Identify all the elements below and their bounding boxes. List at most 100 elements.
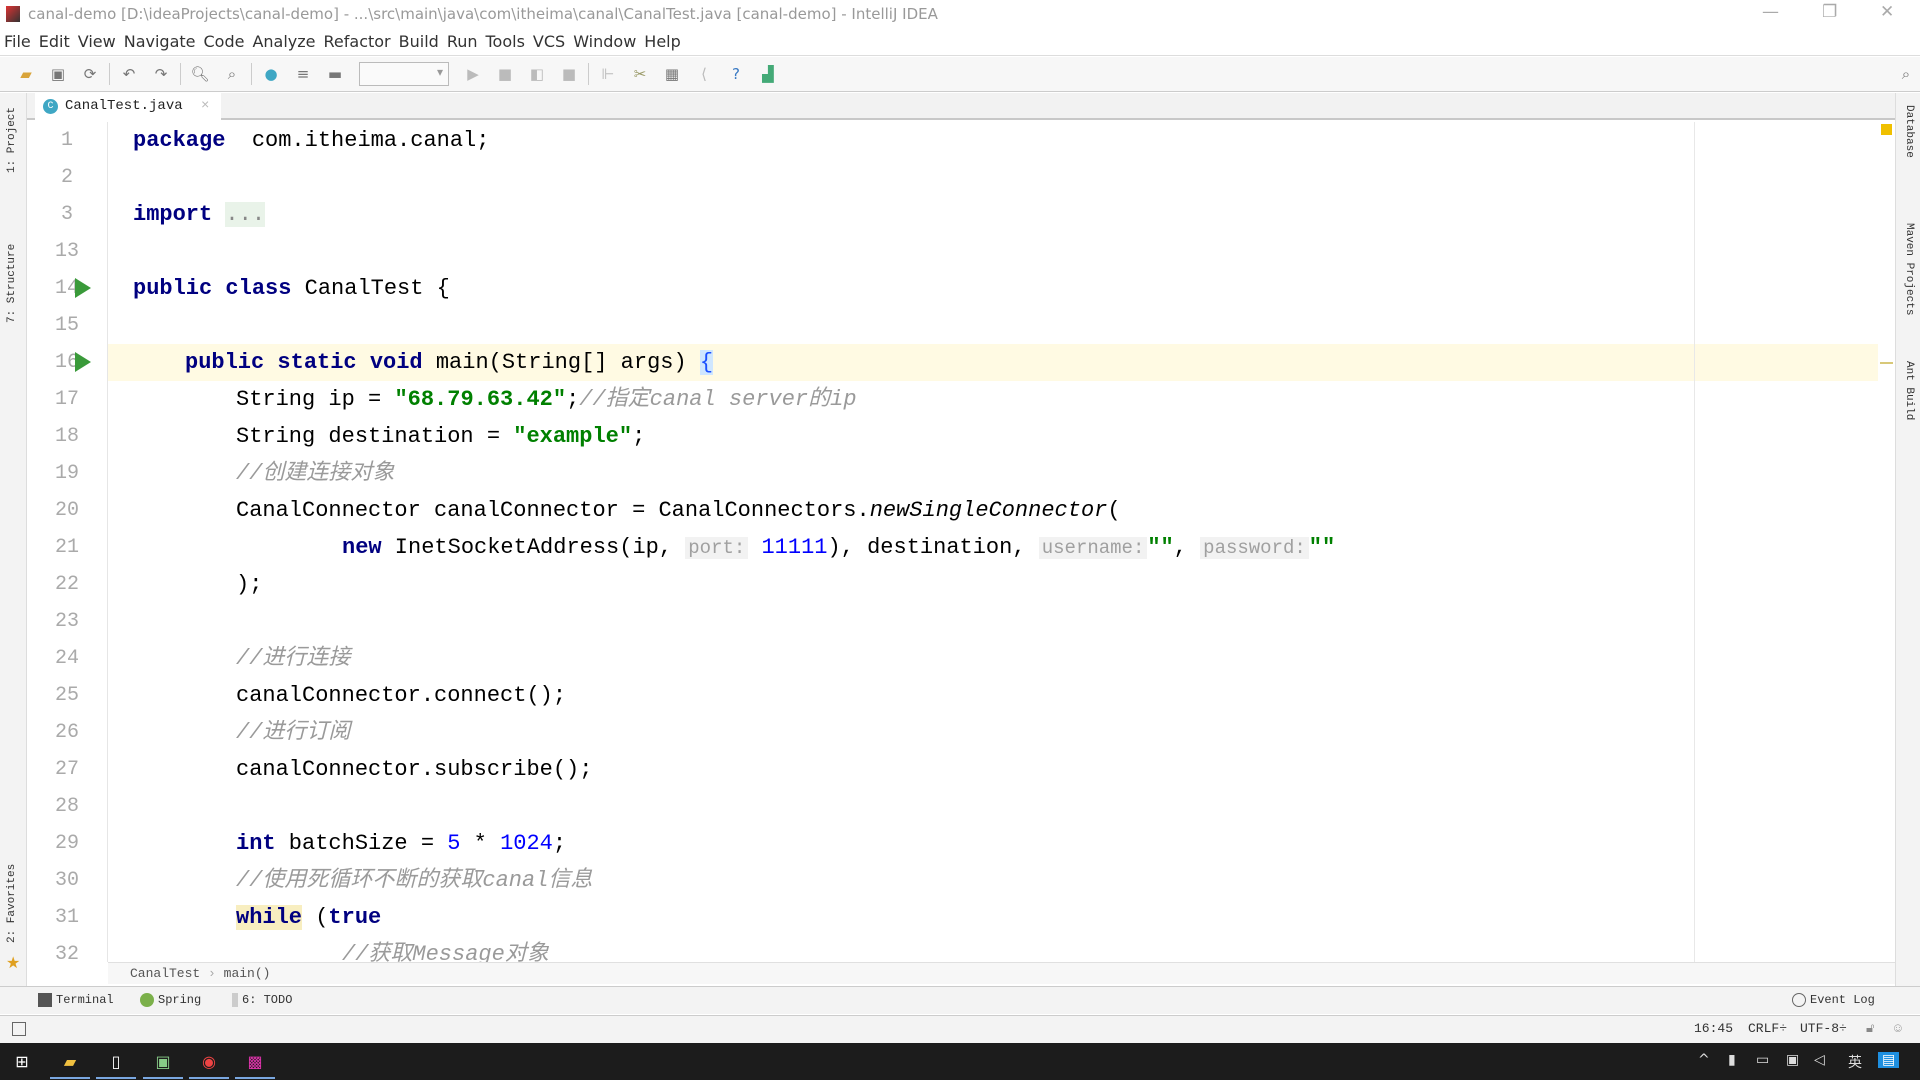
code-line[interactable] — [108, 307, 1878, 344]
tab-canaltest-java[interactable]: C CanalTest.java × — [35, 93, 222, 120]
battery-icon[interactable]: ▭ — [1756, 1052, 1769, 1068]
close-tab-icon[interactable]: × — [201, 98, 209, 114]
code-line[interactable] — [108, 603, 1878, 640]
code-editor[interactable]: package com.itheima.canal; import ... publ… — [108, 122, 1878, 962]
code-line[interactable]: canalConnector.connect(); — [108, 677, 1878, 714]
replace-icon[interactable]: ⌕ — [222, 64, 242, 84]
class-icon[interactable]: ● — [261, 64, 281, 84]
menu-code[interactable]: Code — [204, 32, 245, 51]
terminal-button[interactable]: Terminal — [38, 993, 114, 1007]
file-explorer-icon[interactable]: ▰ — [50, 1049, 90, 1079]
save-icon[interactable]: ▣ — [48, 64, 68, 84]
menu-vcs[interactable]: VCS — [533, 32, 565, 51]
mic-icon[interactable]: ▮ — [1728, 1052, 1736, 1068]
project-structure-icon[interactable]: ▦ — [662, 64, 682, 84]
menu-edit[interactable]: Edit — [39, 32, 70, 51]
plugin-icon[interactable]: ▟ — [758, 64, 778, 84]
code-line[interactable]: //进行订阅 — [108, 714, 1878, 751]
code-line[interactable]: while (true — [108, 899, 1878, 936]
settings-icon[interactable]: ✂ — [630, 64, 650, 84]
folder-icon[interactable]: ▬ — [325, 64, 345, 84]
undo-icon[interactable]: ↶ — [119, 64, 139, 84]
code-line[interactable]: //进行连接 — [108, 640, 1878, 677]
open-icon[interactable]: ▰ — [16, 64, 36, 84]
code-line[interactable]: String ip = "68.79.63.42";//指定canal serv… — [108, 381, 1878, 418]
minimize-button[interactable]: — — [1762, 2, 1779, 22]
menu-refactor[interactable]: Refactor — [324, 32, 391, 51]
structure-icon[interactable]: ≡ — [293, 64, 313, 84]
tray-chevron-icon[interactable]: ^ — [1698, 1052, 1710, 1068]
menu-view[interactable]: View — [78, 32, 116, 51]
event-log-button[interactable]: Event Log — [1792, 993, 1875, 1007]
code-line[interactable] — [108, 788, 1878, 825]
code-line[interactable]: import ... — [108, 196, 1878, 233]
code-line[interactable]: canalConnector.subscribe(); — [108, 751, 1878, 788]
code-line[interactable]: //创建连接对象 — [108, 455, 1878, 492]
lock-icon[interactable]: 🔓︎ — [1866, 1021, 1874, 1036]
structure-tool-button[interactable]: 7: Structure — [6, 244, 18, 323]
windows-start-icon[interactable]: ⊞ — [10, 1049, 34, 1073]
close-button[interactable]: ✕ — [1880, 2, 1894, 22]
menu-file[interactable]: File — [4, 32, 31, 51]
find-icon[interactable]: 🔍︎ — [190, 64, 210, 84]
stop-icon[interactable]: ■ — [559, 64, 579, 84]
help-icon[interactable]: ? — [726, 64, 746, 84]
code-line[interactable]: new InetSocketAddress(ip, port: 11111), … — [108, 529, 1878, 566]
code-line[interactable]: public static void main(String[] args) { — [108, 344, 1878, 381]
breadcrumb-class[interactable]: CanalTest — [130, 966, 200, 981]
run-gutter-icon[interactable] — [75, 278, 91, 298]
code-line[interactable] — [108, 159, 1878, 196]
menu-build[interactable]: Build — [399, 32, 439, 51]
vcs-icon[interactable]: ⊩ — [598, 64, 618, 84]
volume-icon[interactable]: ◁ — [1814, 1052, 1825, 1068]
intellij-taskbar-icon[interactable]: ▩ — [235, 1049, 275, 1079]
inspector-icon[interactable]: ☺ — [1894, 1021, 1902, 1036]
code-line[interactable] — [108, 233, 1878, 270]
restore-button[interactable]: ❐ — [1822, 2, 1837, 22]
menu-run[interactable]: Run — [447, 32, 478, 51]
code-line[interactable]: int batchSize = 5 * 1024; — [108, 825, 1878, 862]
code-line[interactable]: String destination = "example"; — [108, 418, 1878, 455]
menu-window[interactable]: Window — [573, 32, 636, 51]
project-tool-button[interactable]: 1: Project — [6, 107, 18, 173]
code-line[interactable]: CanalConnector canalConnector = CanalCon… — [108, 492, 1878, 529]
todo-button[interactable]: 6: TODO — [232, 993, 292, 1007]
run-gutter-icon[interactable] — [75, 352, 91, 372]
file-encoding[interactable]: UTF-8÷ — [1800, 1021, 1847, 1036]
code-line[interactable]: //获取Message对象 — [108, 936, 1878, 962]
caret-position[interactable]: 16:45 — [1694, 1021, 1733, 1036]
notification-icon[interactable]: ▤ — [1878, 1052, 1900, 1068]
ant-build-tool-button[interactable]: Ant Build — [1903, 361, 1915, 420]
app-icon[interactable]: ▣ — [143, 1049, 183, 1079]
code-line[interactable]: package com.itheima.canal; — [108, 122, 1878, 159]
favorites-tool-button[interactable]: 2: Favorites — [6, 864, 18, 943]
menu-analyze[interactable]: Analyze — [252, 32, 315, 51]
line-separator[interactable]: CRLF÷ — [1748, 1021, 1787, 1036]
chrome-icon[interactable]: ◉ — [189, 1049, 229, 1079]
spring-button[interactable]: Spring — [140, 993, 201, 1007]
coverage-icon[interactable]: ◧ — [527, 64, 547, 84]
run-config-select[interactable] — [359, 62, 449, 86]
redo-icon[interactable]: ↷ — [151, 64, 171, 84]
debug-icon[interactable]: ■ — [495, 64, 515, 84]
maven-tool-button[interactable]: Maven Projects — [1903, 223, 1915, 315]
code-line[interactable]: ); — [108, 566, 1878, 603]
code-line[interactable]: //使用死循环不断的获取canal信息 — [108, 862, 1878, 899]
code-line[interactable]: public class CanalTest { — [108, 270, 1878, 307]
sync-icon[interactable]: ⟳ — [80, 64, 100, 84]
network-icon[interactable]: ▣ — [1786, 1052, 1799, 1068]
menu-tools[interactable]: Tools — [486, 32, 525, 51]
parameter-hint: username: — [1038, 537, 1148, 559]
search-everywhere-icon[interactable]: ⌕ — [1896, 64, 1916, 84]
database-tool-button[interactable]: Database — [1903, 105, 1915, 158]
ime-icon[interactable]: 英 — [1848, 1052, 1862, 1072]
breadcrumb-method[interactable]: main() — [224, 966, 271, 981]
notepad-icon[interactable]: ▯ — [96, 1049, 136, 1079]
menu-help[interactable]: Help — [644, 32, 680, 51]
run-icon[interactable]: ▶ — [463, 64, 483, 84]
menu-navigate[interactable]: Navigate — [124, 32, 196, 51]
code-token: 5 — [447, 831, 461, 856]
editor-scrollbar[interactable] — [1878, 122, 1895, 962]
tool-windows-toggle-icon[interactable] — [12, 1022, 26, 1036]
sdk-icon[interactable]: ⟨ — [694, 64, 714, 84]
